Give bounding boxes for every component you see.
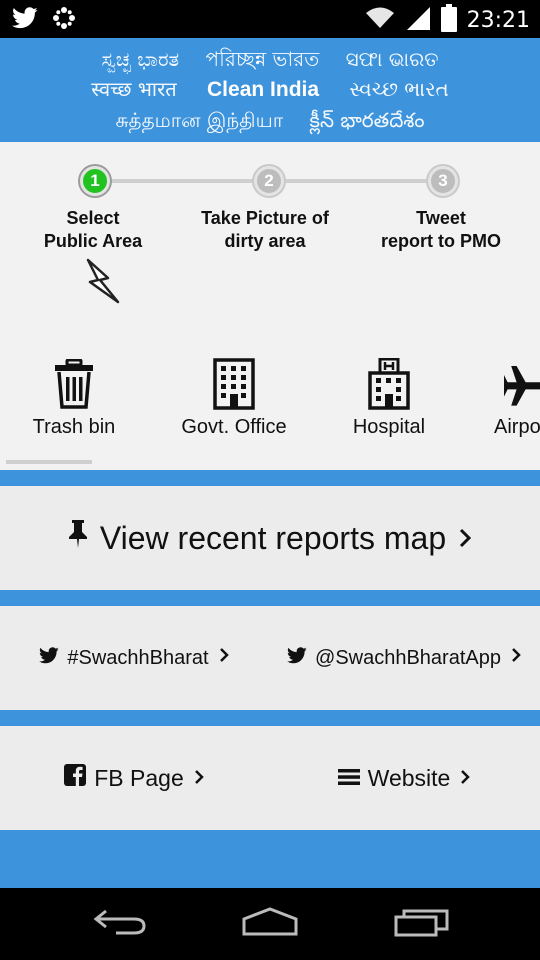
step-1-label: Select Public Area bbox=[43, 208, 143, 251]
dots-icon bbox=[52, 6, 76, 35]
banner-line-2: स्वच्छ भारत Clean India સ્વચ્છ ભારત bbox=[91, 77, 449, 101]
fb-page-link[interactable]: FB Page bbox=[0, 726, 270, 830]
battery-icon bbox=[440, 4, 457, 37]
map-panel: View recent reports map bbox=[0, 486, 540, 590]
twitter-icon bbox=[39, 646, 60, 670]
home-button[interactable] bbox=[240, 906, 300, 942]
back-icon bbox=[92, 907, 148, 942]
banner-line-1: ಸ್ವಚ್ಛ ಭಾರತ পরিচ্ছন্ন ভারত ସଫା ଭାରତ bbox=[101, 47, 439, 71]
chevron-right-icon bbox=[456, 520, 474, 557]
twitter-panel: #SwachhBharat @SwachhBharatApp bbox=[0, 606, 540, 710]
chevron-right-icon bbox=[192, 765, 206, 792]
status-bar: 23:21 bbox=[0, 0, 540, 38]
navigation-bar bbox=[0, 888, 540, 960]
back-button[interactable] bbox=[90, 906, 150, 942]
step-track-2 bbox=[270, 179, 442, 183]
view-recent-reports-map-button[interactable]: View recent reports map bbox=[0, 486, 540, 590]
recent-apps-button[interactable] bbox=[392, 906, 452, 942]
category-govt-office[interactable]: Govt. Office bbox=[159, 356, 309, 439]
clean-india-title: Clean India bbox=[207, 78, 320, 101]
step-2-label: Take Picture of dirty area bbox=[201, 208, 329, 251]
pin-icon bbox=[66, 519, 90, 557]
chevron-right-icon bbox=[458, 765, 472, 792]
chevron-right-icon bbox=[509, 646, 523, 670]
recent-apps-icon bbox=[393, 907, 451, 942]
step-3-label: Tweet report to PMO bbox=[381, 208, 501, 251]
category-airport[interactable]: Airport bbox=[470, 356, 540, 439]
website-link[interactable]: Website bbox=[270, 726, 540, 830]
signal-icon bbox=[405, 5, 431, 36]
chevron-right-icon bbox=[217, 646, 231, 670]
office-building-icon bbox=[159, 356, 309, 412]
airplane-icon bbox=[470, 356, 540, 412]
step-2-indicator: 2 bbox=[254, 166, 284, 196]
twitter-icon bbox=[287, 646, 307, 670]
step-1-indicator: 1 bbox=[80, 166, 110, 196]
home-icon bbox=[241, 906, 299, 942]
step-track-1 bbox=[96, 179, 268, 183]
banner-line-3: சுத்தமான இந்தியா క్లీన్ భారతదేశం bbox=[115, 108, 425, 132]
wifi-icon bbox=[365, 6, 395, 35]
twitter-icon bbox=[12, 7, 38, 34]
twitter-hashtag-link[interactable]: #SwachhBharat bbox=[0, 606, 270, 710]
hospital-icon bbox=[314, 356, 464, 412]
pointer-arrow-icon bbox=[80, 256, 124, 311]
social-links-panel: FB Page Website bbox=[0, 726, 540, 830]
twitter-handle-link[interactable]: @SwachhBharatApp bbox=[270, 606, 540, 710]
category-trash-bin[interactable]: Trash bin bbox=[0, 356, 149, 439]
language-banner: ಸ್ವಚ್ಛ ಭಾರತ পরিচ্ছন্ন ভারত ସଫା ଭାରତ स्वच… bbox=[0, 38, 540, 142]
category-scroll-indicator bbox=[6, 460, 92, 464]
clock: 23:21 bbox=[466, 8, 530, 33]
facebook-icon bbox=[64, 764, 87, 792]
menu-icon bbox=[337, 765, 360, 792]
category-hospital[interactable]: Hospital bbox=[314, 356, 464, 439]
trash-bin-icon bbox=[0, 356, 149, 412]
step-3-indicator: 3 bbox=[428, 166, 458, 196]
